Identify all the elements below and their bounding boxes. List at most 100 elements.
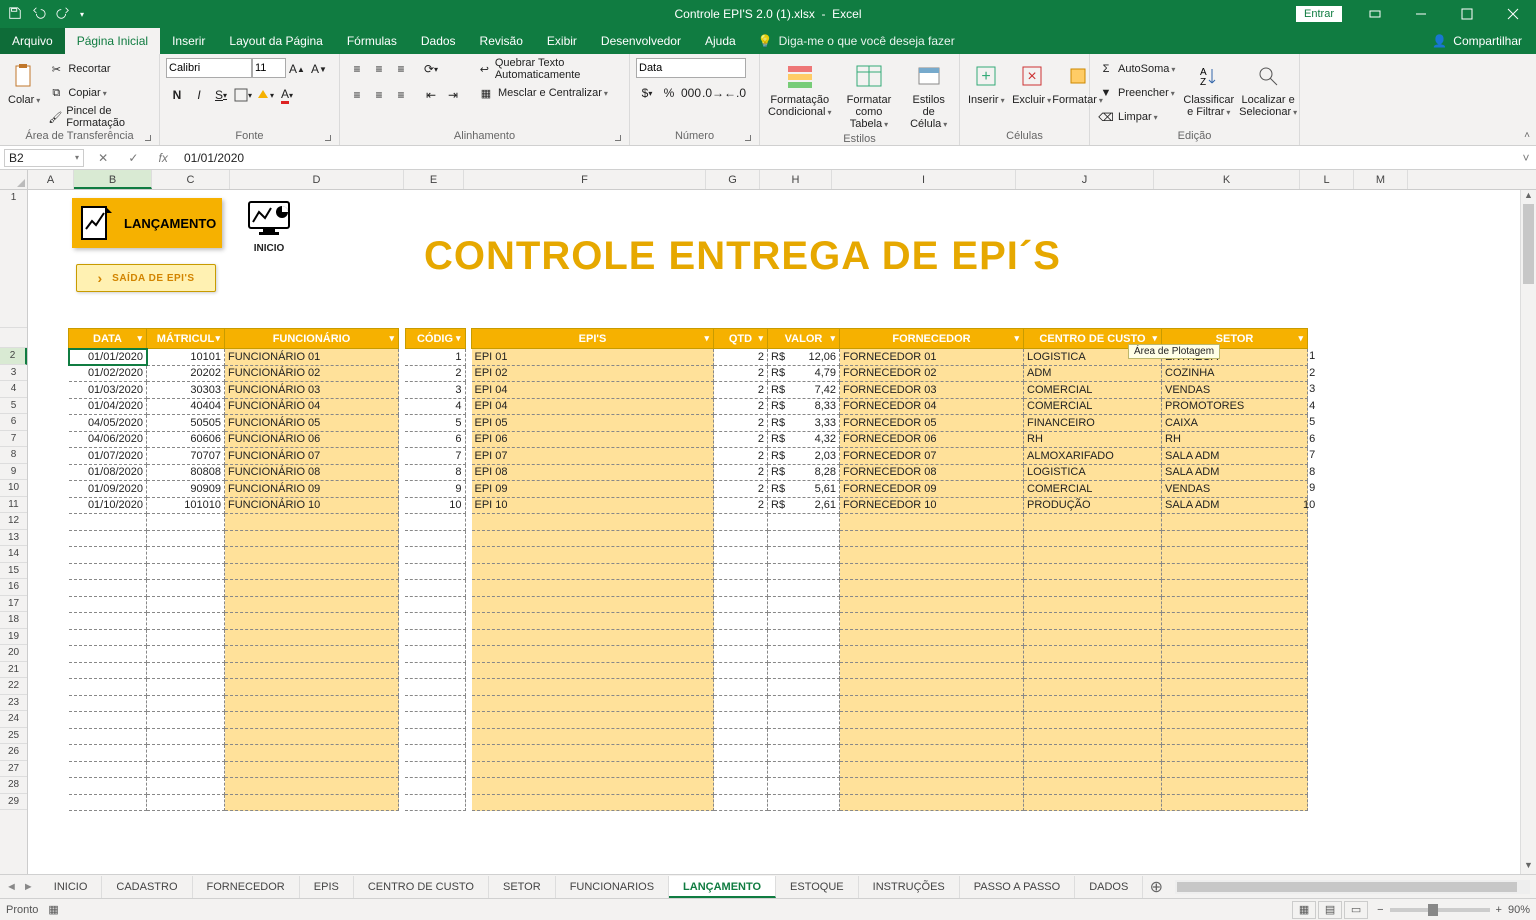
table-cell[interactable]: VENDAS [1162,382,1308,399]
table-cell[interactable] [472,646,714,663]
table-header[interactable]: EPI'S [472,329,714,349]
table-cell[interactable]: FUNCIONÁRIO 01 [225,349,399,366]
table-cell[interactable]: 01/02/2020 [69,365,147,382]
qat-dropdown-icon[interactable]: ▾ [80,10,84,19]
table-cell[interactable] [714,547,768,564]
row-header-11[interactable]: 11 [0,497,27,514]
table-cell[interactable] [472,547,714,564]
align-bottom-icon[interactable]: ≡ [390,58,412,80]
table-cell[interactable]: 70707 [147,448,225,465]
table-cell[interactable] [147,745,225,762]
row-header-23[interactable]: 23 [0,695,27,712]
table-cell[interactable] [472,745,714,762]
table-cell[interactable]: 8 [405,464,465,481]
table-cell[interactable] [714,695,768,712]
expand-formula-icon[interactable]: ˅ [1516,151,1536,165]
align-top-icon[interactable]: ≡ [346,58,368,80]
merge-button[interactable]: ▦Mesclar e Centralizar [476,82,623,104]
delete-cells-button[interactable]: ×Excluir [1011,58,1053,108]
table-cell[interactable]: RH [1024,431,1162,448]
saida-epis-button[interactable]: › SAÍDA DE EPI'S [76,264,216,292]
table-cell[interactable] [840,662,1024,679]
align-middle-icon[interactable]: ≡ [368,58,390,80]
table-cell[interactable] [69,695,147,712]
table-cell[interactable] [1162,563,1308,580]
row-header-14[interactable]: 14 [0,546,27,563]
table-cell[interactable] [405,629,465,646]
fill-button[interactable]: ▼Preencher [1096,82,1177,104]
tab-review[interactable]: Revisão [468,28,535,54]
table-cell[interactable]: COMERCIAL [1024,481,1162,498]
table-cell[interactable] [472,530,714,547]
table-cell[interactable] [225,547,399,564]
table-cell[interactable] [714,662,768,679]
row-header-21[interactable]: 21 [0,662,27,679]
redo-icon[interactable] [56,6,70,23]
table-cell[interactable]: FORNECEDOR 06 [840,431,1024,448]
vertical-scrollbar[interactable]: ▲ ▼ [1520,190,1536,874]
tell-me[interactable]: 💡 Diga-me o que você deseja fazer [748,28,965,54]
ribbon-display-icon[interactable] [1352,0,1398,28]
insert-cells-button[interactable]: +Inserir [966,58,1007,108]
table-cell[interactable] [147,679,225,696]
table-cell[interactable]: FORNECEDOR 03 [840,382,1024,399]
table-header[interactable]: FUNCIONÁRIO [225,329,399,349]
table-cell[interactable] [225,745,399,762]
column-header-G[interactable]: G [706,170,760,189]
currency-icon[interactable]: $▾ [636,82,658,104]
sheet-tab[interactable]: INICIO [40,876,103,898]
column-header-D[interactable]: D [230,170,404,189]
table-cell[interactable]: 10101 [147,349,225,366]
italic-button[interactable]: I [188,84,210,106]
font-launcher-icon[interactable] [323,133,333,143]
row-header-18[interactable]: 18 [0,612,27,629]
table-cell[interactable]: SALA ADM [1162,448,1308,465]
table-cell[interactable] [840,695,1024,712]
tab-home[interactable]: Página Inicial [65,28,160,54]
cell-styles-button[interactable]: Estilos de Célula [904,58,953,132]
table-cell[interactable] [714,530,768,547]
sheet-tab[interactable]: FUNCIONARIOS [556,876,669,898]
table-cell[interactable] [225,530,399,547]
table-cell[interactable]: FORNECEDOR 09 [840,481,1024,498]
row-header-6[interactable]: 6 [0,414,27,431]
table-cell[interactable]: 3 [405,382,465,399]
column-header-F[interactable]: F [464,170,706,189]
table-cell[interactable] [768,613,840,630]
format-painter-button[interactable]: 🖌Pincel de Formatação [46,106,153,128]
table-cell[interactable] [1024,629,1162,646]
row-header-29[interactable]: 29 [0,794,27,811]
table-cell[interactable] [472,794,714,811]
table-cell[interactable]: R$7,42 [768,382,840,399]
underline-button[interactable]: S▾ [210,84,232,106]
data-table[interactable]: DATAMÁTRICULFUNCIONÁRIOCÓDIGEPI'SQTDVALO… [68,328,1314,811]
sheet-tab[interactable]: EPIS [300,876,354,898]
scroll-thumb[interactable] [1523,204,1534,284]
table-cell[interactable]: 04/06/2020 [69,431,147,448]
table-cell[interactable]: 20202 [147,365,225,382]
orientation-icon[interactable]: ⟳▾ [420,58,442,80]
table-cell[interactable] [69,778,147,795]
table-cell[interactable]: FORNECEDOR 02 [840,365,1024,382]
table-cell[interactable] [768,712,840,729]
table-cell[interactable]: FORNECEDOR 01 [840,349,1024,366]
table-cell[interactable]: R$8,33 [768,398,840,415]
column-header-A[interactable]: A [28,170,74,189]
clipboard-launcher-icon[interactable] [143,133,153,143]
add-sheet-button[interactable]: ⊕ [1143,877,1169,897]
save-icon[interactable] [8,6,22,23]
table-cell[interactable]: FUNCIONÁRIO 09 [225,481,399,498]
tab-help[interactable]: Ajuda [693,28,748,54]
table-cell[interactable] [225,580,399,597]
table-cell[interactable]: 7 [405,448,465,465]
table-cell[interactable] [1024,745,1162,762]
table-cell[interactable]: 50505 [147,415,225,432]
enter-formula-icon[interactable]: ✓ [124,151,142,165]
table-cell[interactable] [405,613,465,630]
fill-color-button[interactable]: ▾ [254,84,276,106]
table-cell[interactable]: 2 [714,431,768,448]
table-cell[interactable] [1162,547,1308,564]
table-cell[interactable]: 2 [714,365,768,382]
row-header-19[interactable]: 19 [0,629,27,646]
column-header-H[interactable]: H [760,170,832,189]
